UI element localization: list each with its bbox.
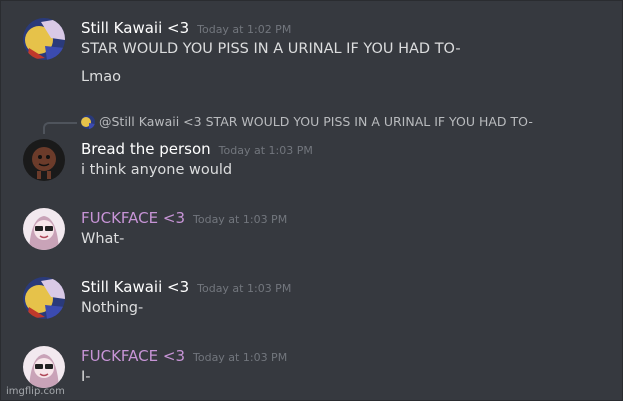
message-text: What-: [81, 231, 125, 247]
username[interactable]: FUCKFACE <3: [81, 347, 185, 365]
chat-window: Still Kawaii <3 Today at 1:02 PM STAR WOU…: [0, 0, 623, 401]
message-text: Lmao: [81, 69, 121, 85]
message-text: Nothing-: [81, 300, 144, 316]
username[interactable]: FUCKFACE <3: [81, 209, 185, 227]
watermark: imgflip.com: [6, 386, 65, 397]
user-avatar[interactable]: [23, 346, 65, 388]
username[interactable]: Still Kawaii <3: [81, 19, 189, 37]
message-text: i think anyone would: [81, 162, 233, 178]
timestamp[interactable]: Today at 1:03 PM: [197, 282, 291, 295]
timestamp[interactable]: Today at 1:03 PM: [193, 213, 287, 226]
user-avatar[interactable]: [23, 139, 65, 181]
message-text: STAR WOULD YOU PISS IN A URINAL IF YOU H…: [81, 41, 461, 57]
reply-text[interactable]: STAR WOULD YOU PISS IN A URINAL IF YOU H…: [206, 114, 533, 129]
reply-avatar: [81, 114, 95, 129]
username[interactable]: Bread the person: [81, 140, 211, 158]
user-avatar[interactable]: [23, 208, 65, 250]
reply-connector: [43, 122, 77, 134]
timestamp[interactable]: Today at 1:03 PM: [193, 351, 287, 364]
timestamp[interactable]: Today at 1:03 PM: [219, 144, 313, 157]
message-text: I-: [81, 369, 91, 385]
reply-preview[interactable]: @Still Kawaii <3 STAR WOULD YOU PISS IN …: [81, 114, 533, 129]
reply-author[interactable]: @Still Kawaii <3: [99, 114, 202, 129]
timestamp[interactable]: Today at 1:02 PM: [197, 23, 291, 36]
user-avatar[interactable]: [23, 277, 65, 319]
user-avatar[interactable]: [23, 18, 65, 60]
username[interactable]: Still Kawaii <3: [81, 278, 189, 296]
